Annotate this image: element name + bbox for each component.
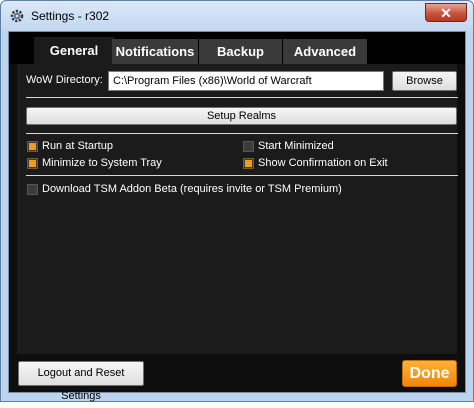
logout-reset-button[interactable]: Logout and Reset Settings <box>18 361 144 402</box>
run-at-startup-label: Run at Startup <box>42 140 113 152</box>
tab-notifications[interactable]: Notifications <box>112 39 198 65</box>
tab-advanced[interactable]: Advanced <box>283 39 367 65</box>
window-title: Settings - r302 <box>31 9 110 23</box>
run-at-startup-checkbox[interactable] <box>27 141 38 152</box>
divider-1 <box>26 97 458 98</box>
minimize-to-tray-label: Minimize to System Tray <box>42 157 162 169</box>
divider-2 <box>26 133 458 134</box>
gear-icon <box>10 9 24 23</box>
download-beta-label: Download TSM Addon Beta (requires invite… <box>42 183 342 195</box>
wow-directory-label: WoW Directory: <box>26 74 103 86</box>
show-confirmation-label: Show Confirmation on Exit <box>258 157 388 169</box>
browse-button[interactable]: Browse <box>392 71 457 91</box>
start-minimized-label: Start Minimized <box>258 140 334 152</box>
minimize-to-tray-checkbox[interactable] <box>27 158 38 169</box>
show-confirmation-checkbox[interactable] <box>243 158 254 169</box>
title-bar[interactable]: Settings - r302 ✕ <box>1 1 473 31</box>
tab-general[interactable]: General <box>34 37 114 65</box>
divider-3 <box>26 175 458 176</box>
tab-bar: General Notifications Backup Advanced <box>9 32 465 65</box>
wow-directory-input[interactable] <box>108 71 384 91</box>
close-icon: ✕ <box>440 5 452 21</box>
tab-backup[interactable]: Backup <box>199 39 282 65</box>
setup-realms-button[interactable]: Setup Realms <box>26 107 457 125</box>
download-beta-checkbox[interactable] <box>27 184 38 195</box>
start-minimized-checkbox[interactable] <box>243 141 254 152</box>
settings-window: Settings - r302 ✕ General Notifications … <box>0 0 474 402</box>
settings-client-area: General Notifications Backup Advanced Wo… <box>8 31 466 402</box>
close-button[interactable]: ✕ <box>425 3 467 22</box>
done-button[interactable]: Done <box>402 360 457 387</box>
